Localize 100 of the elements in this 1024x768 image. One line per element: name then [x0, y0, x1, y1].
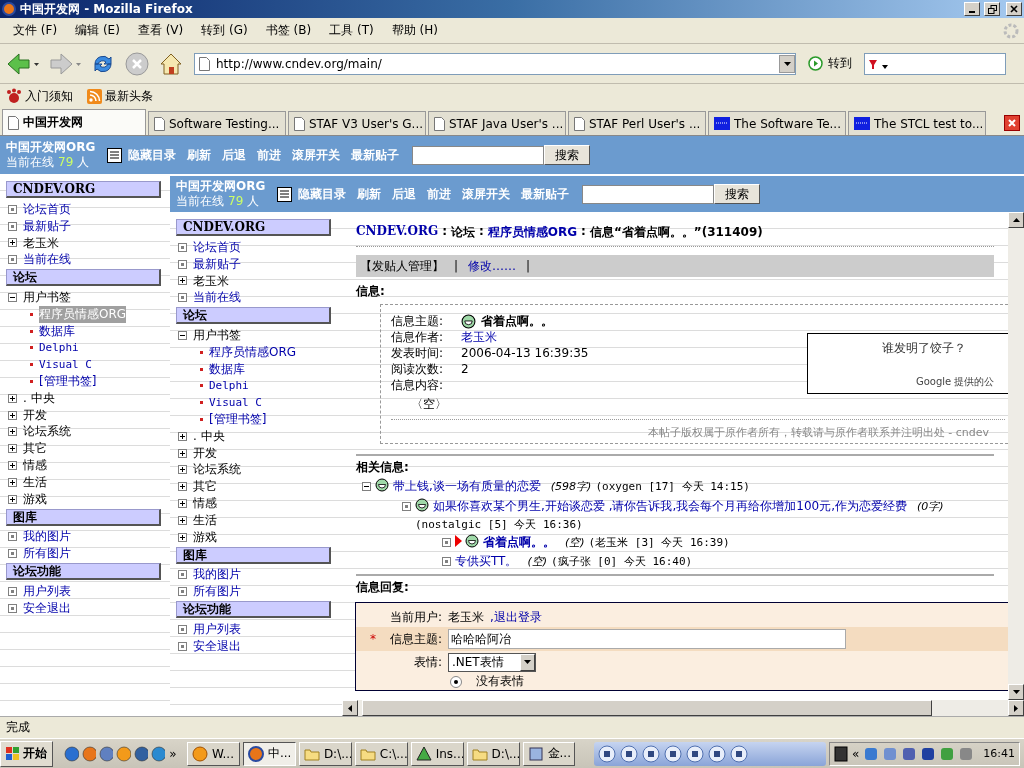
right-arrow-icon[interactable]	[1014, 704, 1018, 712]
sidebar-item[interactable]: 论坛首页	[193, 238, 241, 256]
bullet-box-icon[interactable]	[178, 570, 187, 580]
breadcrumb-link[interactable]: CNDEV.ORG	[356, 224, 439, 241]
tray-expand-button[interactable]: «	[850, 746, 861, 761]
sidebar-item[interactable]: 最新贴子	[23, 217, 71, 235]
bookmark-link[interactable]: [管理书签]	[209, 411, 267, 429]
sidebar-item[interactable]: 情感	[193, 495, 217, 513]
sidebar-item[interactable]: 安全退出	[23, 599, 71, 617]
bullet-box-icon[interactable]	[442, 538, 451, 547]
bullet-box-icon[interactable]	[8, 255, 17, 265]
expand-icon[interactable]	[8, 477, 17, 487]
search-field[interactable]	[412, 145, 545, 165]
vertical-scrollbar[interactable]	[1008, 212, 1024, 700]
sidebar-item[interactable]: 论坛系统	[23, 423, 71, 441]
down-arrow-icon[interactable]	[1012, 690, 1020, 694]
bookmark-link[interactable]: Visual C	[209, 396, 262, 410]
sidebar-item[interactable]: 开发	[193, 444, 217, 462]
browser-tab[interactable]: Software Testing...	[148, 111, 286, 135]
expand-icon[interactable]	[8, 444, 17, 454]
more-button[interactable]: »	[168, 746, 178, 761]
sidebar-item[interactable]: 老玉米	[193, 272, 229, 290]
bullet-box-icon[interactable]	[178, 625, 187, 635]
bullet-box-icon[interactable]	[178, 641, 187, 651]
search-button[interactable]: 搜索	[714, 184, 761, 204]
search-field[interactable]	[864, 52, 1006, 75]
taskbar-button[interactable]: 中...	[242, 741, 296, 766]
close-tab-button[interactable]	[1004, 115, 1020, 131]
bullet-box-icon[interactable]	[178, 242, 187, 252]
sidebar-item[interactable]: 用户列表	[193, 621, 241, 639]
expand-icon[interactable]	[8, 393, 17, 403]
bookmark-link[interactable]: Visual C	[39, 358, 92, 372]
sidebar-item[interactable]: 游戏	[193, 528, 217, 546]
browser-tab[interactable]: The Software Te...	[708, 111, 846, 135]
bookmark-link[interactable]: 数据库	[39, 322, 75, 340]
bullet-box-icon[interactable]	[8, 603, 17, 613]
browser-tab[interactable]: STAF V3 User's G...	[288, 111, 426, 135]
browser-tab[interactable]: STAF Perl User's ...	[568, 111, 706, 135]
sidebar-item[interactable]: 老玉米	[23, 234, 59, 252]
sidebar-item[interactable]: 论坛系统	[193, 461, 241, 479]
sidebar-item[interactable]: 生活	[23, 473, 47, 491]
expand-icon[interactable]	[178, 482, 187, 492]
search-button[interactable]: 搜索	[544, 145, 591, 165]
bullet-box-icon[interactable]	[8, 549, 17, 559]
quick-launch-icon[interactable]	[150, 745, 166, 762]
taskbar-button[interactable]: 金...	[522, 741, 576, 766]
sidebar-item[interactable]: 论坛首页	[23, 200, 71, 218]
sidebar-item[interactable]: 其它	[23, 440, 47, 458]
menu-item[interactable]: 转到 (G)	[192, 22, 257, 39]
menu-item[interactable]: 文件 (F)	[4, 22, 67, 39]
bookmark-item[interactable]: 最新头条	[87, 87, 153, 105]
menu-item[interactable]: 书签 (B)	[256, 22, 321, 39]
bullet-box-icon[interactable]	[8, 204, 17, 214]
quick-launch-icon[interactable]	[98, 745, 114, 762]
restore-button[interactable]	[984, 2, 1000, 16]
expand-icon[interactable]	[178, 276, 187, 286]
expand-icon[interactable]	[178, 465, 187, 475]
edit-link[interactable]: 修改……	[468, 257, 517, 275]
expand-icon[interactable]	[8, 410, 17, 420]
browser-tab[interactable]: The STCL test to...	[848, 111, 986, 135]
logout-link[interactable]: ,退出登录	[490, 608, 542, 626]
media-controls-drawing[interactable]	[594, 741, 826, 766]
bullet-box-icon[interactable]	[178, 587, 187, 597]
sidebar-item[interactable]: 其它	[193, 478, 217, 496]
bullet-box-icon[interactable]	[178, 259, 187, 269]
bullet-box-icon[interactable]	[8, 221, 17, 231]
sidebar-item[interactable]: . 中央	[193, 427, 225, 445]
quick-launch-icon[interactable]	[116, 745, 131, 762]
taskbar-button[interactable]: D:\...	[298, 741, 352, 766]
expand-icon[interactable]	[178, 532, 187, 542]
taskbar-button[interactable]: Ins...	[410, 741, 464, 766]
bookmark-link[interactable]: Delphi	[209, 379, 249, 393]
sidebar-item[interactable]: 游戏	[23, 490, 47, 508]
taskbar-button[interactable]: D:\...	[466, 741, 520, 766]
expand-icon[interactable]	[178, 499, 187, 509]
sidebar-item[interactable]: 所有图片	[193, 583, 241, 601]
sidebar-item[interactable]: 开发	[23, 406, 47, 424]
menu-item[interactable]: 工具 (T)	[320, 22, 383, 39]
tray-icon[interactable]	[920, 745, 937, 762]
expand-icon[interactable]	[8, 494, 17, 504]
menu-item[interactable]: 帮助 (H)	[382, 22, 447, 39]
up-arrow-icon[interactable]	[1012, 218, 1020, 222]
thread-title[interactable]: 省着点啊。。	[483, 535, 555, 549]
author-link[interactable]: 老玉米	[461, 328, 497, 346]
bullet-box-icon[interactable]	[8, 587, 17, 597]
sidebar-item[interactable]: 当前在线	[193, 289, 241, 307]
expand-icon[interactable]	[178, 448, 187, 458]
browser-tab[interactable]: 中国开发网	[2, 109, 146, 135]
menu-item[interactable]: 查看 (V)	[128, 22, 193, 39]
collapse-icon[interactable]	[8, 293, 17, 303]
sidebar-item[interactable]: 生活	[193, 511, 217, 529]
minimize-button[interactable]	[964, 2, 980, 16]
sidebar-item[interactable]: 情感	[23, 457, 47, 475]
sidebar-item[interactable]: 我的图片	[23, 528, 71, 546]
sidebar-item[interactable]: 最新贴子	[193, 255, 241, 273]
start-button[interactable]: 开始	[0, 740, 53, 767]
sidebar-item[interactable]: 当前在线	[23, 251, 71, 269]
bookmark-link[interactable]: 程序员情感ORG	[209, 343, 297, 361]
ad-question[interactable]: 谁发明了饺子？	[882, 340, 1008, 357]
collapse-icon[interactable]	[178, 331, 187, 341]
